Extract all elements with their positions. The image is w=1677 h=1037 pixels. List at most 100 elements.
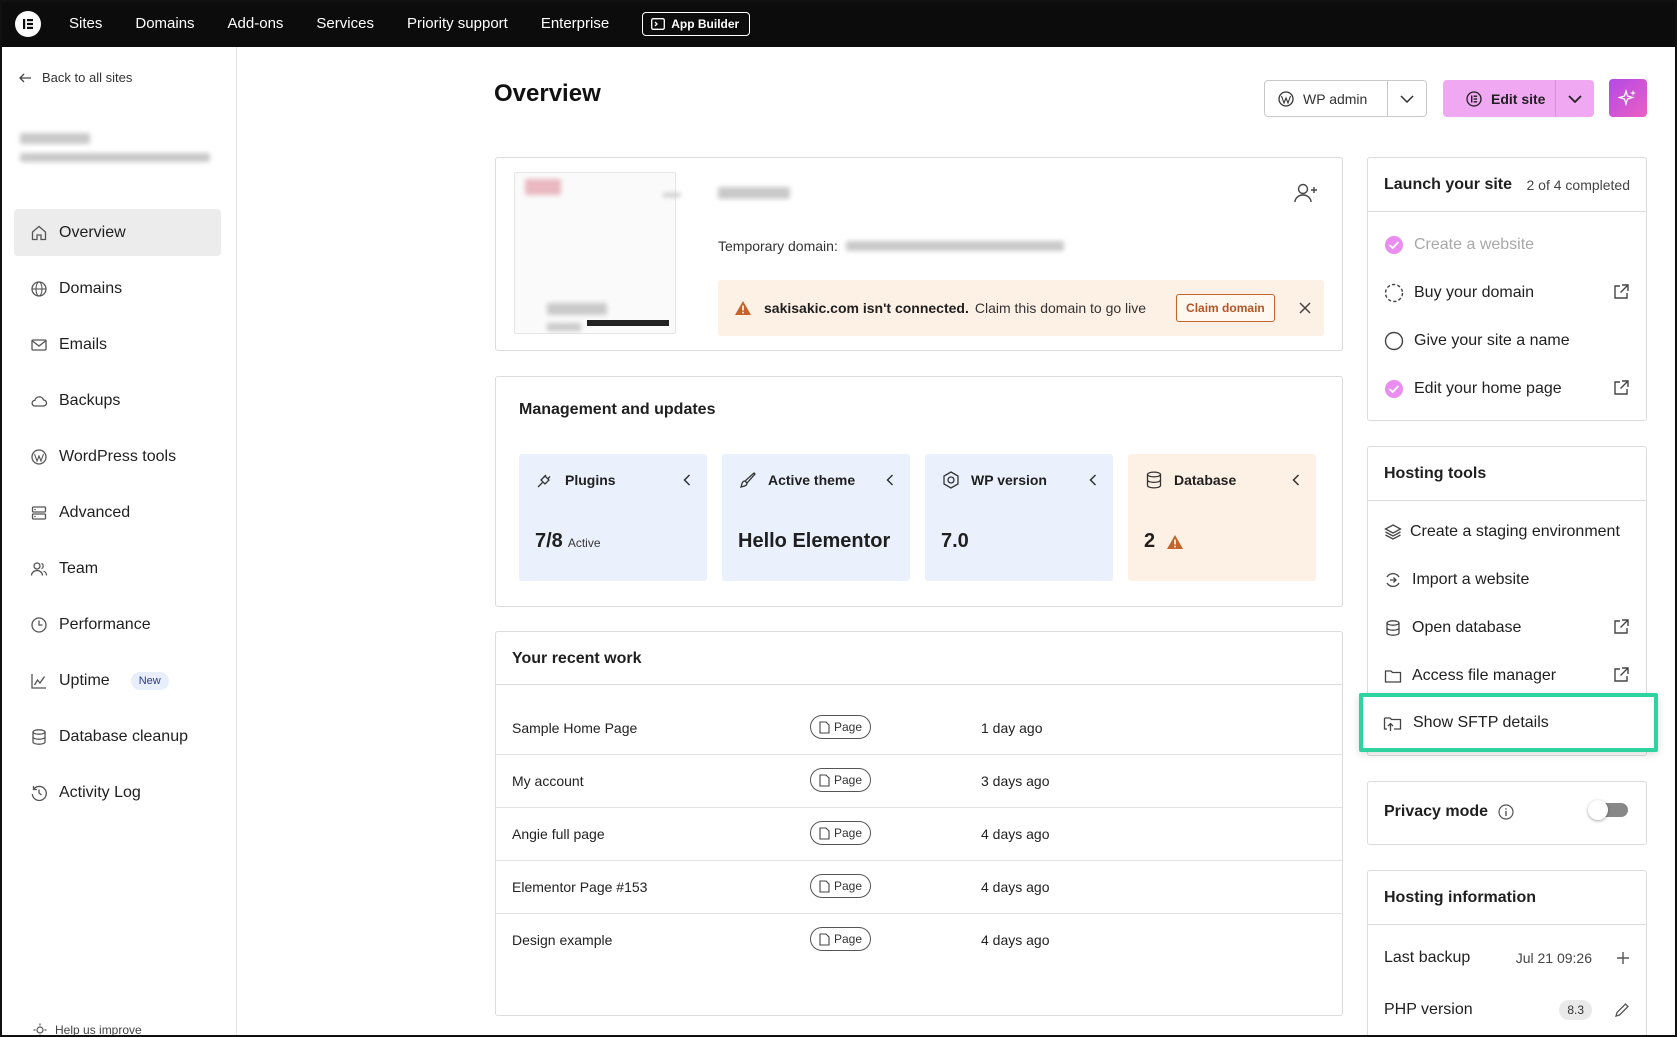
elementor-logo-icon[interactable] xyxy=(15,10,41,37)
sidebar-item-team[interactable]: Team xyxy=(14,545,221,592)
brush-icon xyxy=(739,472,756,489)
launch-item-site-name[interactable]: Give your site a name xyxy=(1384,326,1634,356)
sftp-highlight: Show SFTP details xyxy=(1359,693,1658,752)
nav-enterprise[interactable]: Enterprise xyxy=(541,15,609,32)
stat-active-theme[interactable]: Active theme Hello Elementor xyxy=(722,454,910,581)
site-summary-card: Temporary domain: sakisakic.com isn't co… xyxy=(495,157,1343,351)
hosting-info-card: Hosting information Last backup Jul 21 0… xyxy=(1367,870,1647,1037)
wp-admin-button[interactable]: WP admin xyxy=(1265,81,1388,116)
sidebar-item-uptime[interactable]: Uptime New xyxy=(14,657,221,704)
stat-wp-version[interactable]: WP version 7.0 xyxy=(925,454,1113,581)
launch-progress: 2 of 4 completed xyxy=(1526,177,1630,193)
pencil-icon[interactable] xyxy=(1614,1002,1630,1018)
thumbnail-footer-redacted xyxy=(547,323,581,331)
chevron-down-icon xyxy=(1400,94,1414,103)
nav-sites[interactable]: Sites xyxy=(69,15,102,32)
clock-icon xyxy=(31,616,47,633)
claim-domain-button[interactable]: Claim domain xyxy=(1176,294,1275,322)
sidebar-item-label: Backups xyxy=(59,391,121,409)
sidebar-item-overview[interactable]: Overview xyxy=(14,209,221,256)
external-link-icon[interactable] xyxy=(1612,283,1630,301)
database-icon xyxy=(1146,471,1162,489)
tool-show-sftp-details[interactable]: Show SFTP details xyxy=(1383,708,1633,738)
recent-work-name[interactable]: Sample Home Page xyxy=(512,720,637,736)
launch-item-edit-home-page[interactable]: Edit your home page xyxy=(1384,374,1634,404)
app-builder-button[interactable]: App Builder xyxy=(642,11,751,36)
app-builder-icon xyxy=(651,17,666,30)
site-thumbnail[interactable] xyxy=(514,172,681,334)
sidebar-item-domains[interactable]: Domains xyxy=(14,265,221,312)
management-title: Management and updates xyxy=(519,401,716,418)
sidebar-item-activity-log[interactable]: Activity Log xyxy=(14,769,221,816)
recent-work-time: 4 days ago xyxy=(981,932,1050,948)
hosting-tools-title: Hosting tools xyxy=(1384,465,1487,482)
table-row[interactable]: Design example Page 4 days ago xyxy=(496,914,1342,967)
recent-work-time: 3 days ago xyxy=(981,773,1050,789)
plug-icon xyxy=(537,474,551,488)
recent-work-time: 4 days ago xyxy=(981,879,1050,895)
edit-site-button[interactable]: Edit site xyxy=(1443,80,1556,117)
back-to-sites-link[interactable]: Back to all sites xyxy=(19,70,132,85)
tool-label: Import a website xyxy=(1412,571,1530,588)
edit-site-dropdown-toggle[interactable] xyxy=(1556,80,1594,117)
chevron-down-icon xyxy=(1568,94,1582,103)
sidebar-item-advanced[interactable]: Advanced xyxy=(14,489,221,536)
nav-priority-support[interactable]: Priority support xyxy=(407,15,508,32)
help-improve-link[interactable]: Help us improve xyxy=(33,1023,142,1037)
recent-work-name[interactable]: Angie full page xyxy=(512,826,605,842)
launch-item-buy-domain[interactable]: Buy your domain xyxy=(1384,278,1634,308)
nav-domains[interactable]: Domains xyxy=(135,15,194,32)
launch-item-create-website[interactable]: Create a website xyxy=(1384,230,1634,260)
add-user-icon[interactable] xyxy=(1293,182,1319,204)
wordpress-icon xyxy=(1278,90,1294,107)
privacy-mode-toggle[interactable] xyxy=(1588,800,1628,820)
external-link-icon[interactable] xyxy=(1612,618,1630,636)
sidebar-item-performance[interactable]: Performance xyxy=(14,601,221,648)
recent-work-name[interactable]: Design example xyxy=(512,932,612,948)
tool-open-database[interactable]: Open database xyxy=(1384,613,1634,643)
tool-create-staging[interactable]: Create a staging environment xyxy=(1384,517,1644,547)
table-row[interactable]: Angie full page Page 4 days ago xyxy=(496,808,1342,861)
page-title: Overview xyxy=(494,80,601,107)
stat-database[interactable]: Database 2 xyxy=(1128,454,1316,581)
sidebar-item-database-cleanup[interactable]: Database cleanup xyxy=(14,713,221,760)
table-row[interactable]: Elementor Page #153 Page 4 days ago xyxy=(496,861,1342,914)
chevron-left-icon xyxy=(886,474,894,486)
nav-services[interactable]: Services xyxy=(316,15,374,32)
table-row[interactable]: My account Page 3 days ago xyxy=(496,755,1342,808)
sidebar-item-label: Overview xyxy=(59,223,126,241)
management-card: Management and updates Plugins 7/8 Activ… xyxy=(495,376,1343,607)
sun-icon xyxy=(33,1023,47,1037)
last-backup-value: Jul 21 09:26 xyxy=(1515,950,1592,966)
table-row[interactable]: Sample Home Page Page 1 day ago xyxy=(496,702,1342,755)
hexagon-icon xyxy=(943,471,959,489)
wp-admin-split-button: WP admin xyxy=(1264,80,1427,117)
ai-assistant-button[interactable] xyxy=(1609,79,1647,117)
close-icon[interactable] xyxy=(1299,302,1311,314)
recent-work-name[interactable]: My account xyxy=(512,773,584,789)
site-url-redacted xyxy=(20,153,210,162)
launch-item-label: Create a website xyxy=(1414,236,1535,253)
stat-label: WP version xyxy=(971,472,1047,488)
type-badge: Page xyxy=(810,927,872,951)
wp-admin-dropdown-toggle[interactable] xyxy=(1388,81,1426,116)
type-badge-label: Page xyxy=(834,879,863,893)
sidebar-item-emails[interactable]: Emails xyxy=(14,321,221,368)
plus-icon[interactable] xyxy=(1616,951,1630,965)
external-link-icon[interactable] xyxy=(1612,666,1630,684)
sidebar-item-wordpress-tools[interactable]: WordPress tools xyxy=(14,433,221,480)
sidebar-item-backups[interactable]: Backups xyxy=(14,377,221,424)
dashed-circle-icon xyxy=(1384,283,1404,303)
sidebar-item-label: Team xyxy=(59,559,99,577)
check-circle-icon xyxy=(1385,236,1403,254)
elementor-icon xyxy=(1466,90,1482,107)
stat-label: Plugins xyxy=(565,472,616,488)
tool-access-file-manager[interactable]: Access file manager xyxy=(1384,661,1634,691)
stat-plugins[interactable]: Plugins 7/8 Active xyxy=(519,454,707,581)
nav-addons[interactable]: Add-ons xyxy=(228,15,284,32)
tool-import-website[interactable]: Import a website xyxy=(1384,565,1634,595)
info-icon[interactable] xyxy=(1498,804,1514,820)
recent-work-name[interactable]: Elementor Page #153 xyxy=(512,879,647,895)
external-link-icon[interactable] xyxy=(1612,379,1630,397)
alert-message: Claim this domain to go live xyxy=(974,300,1147,316)
